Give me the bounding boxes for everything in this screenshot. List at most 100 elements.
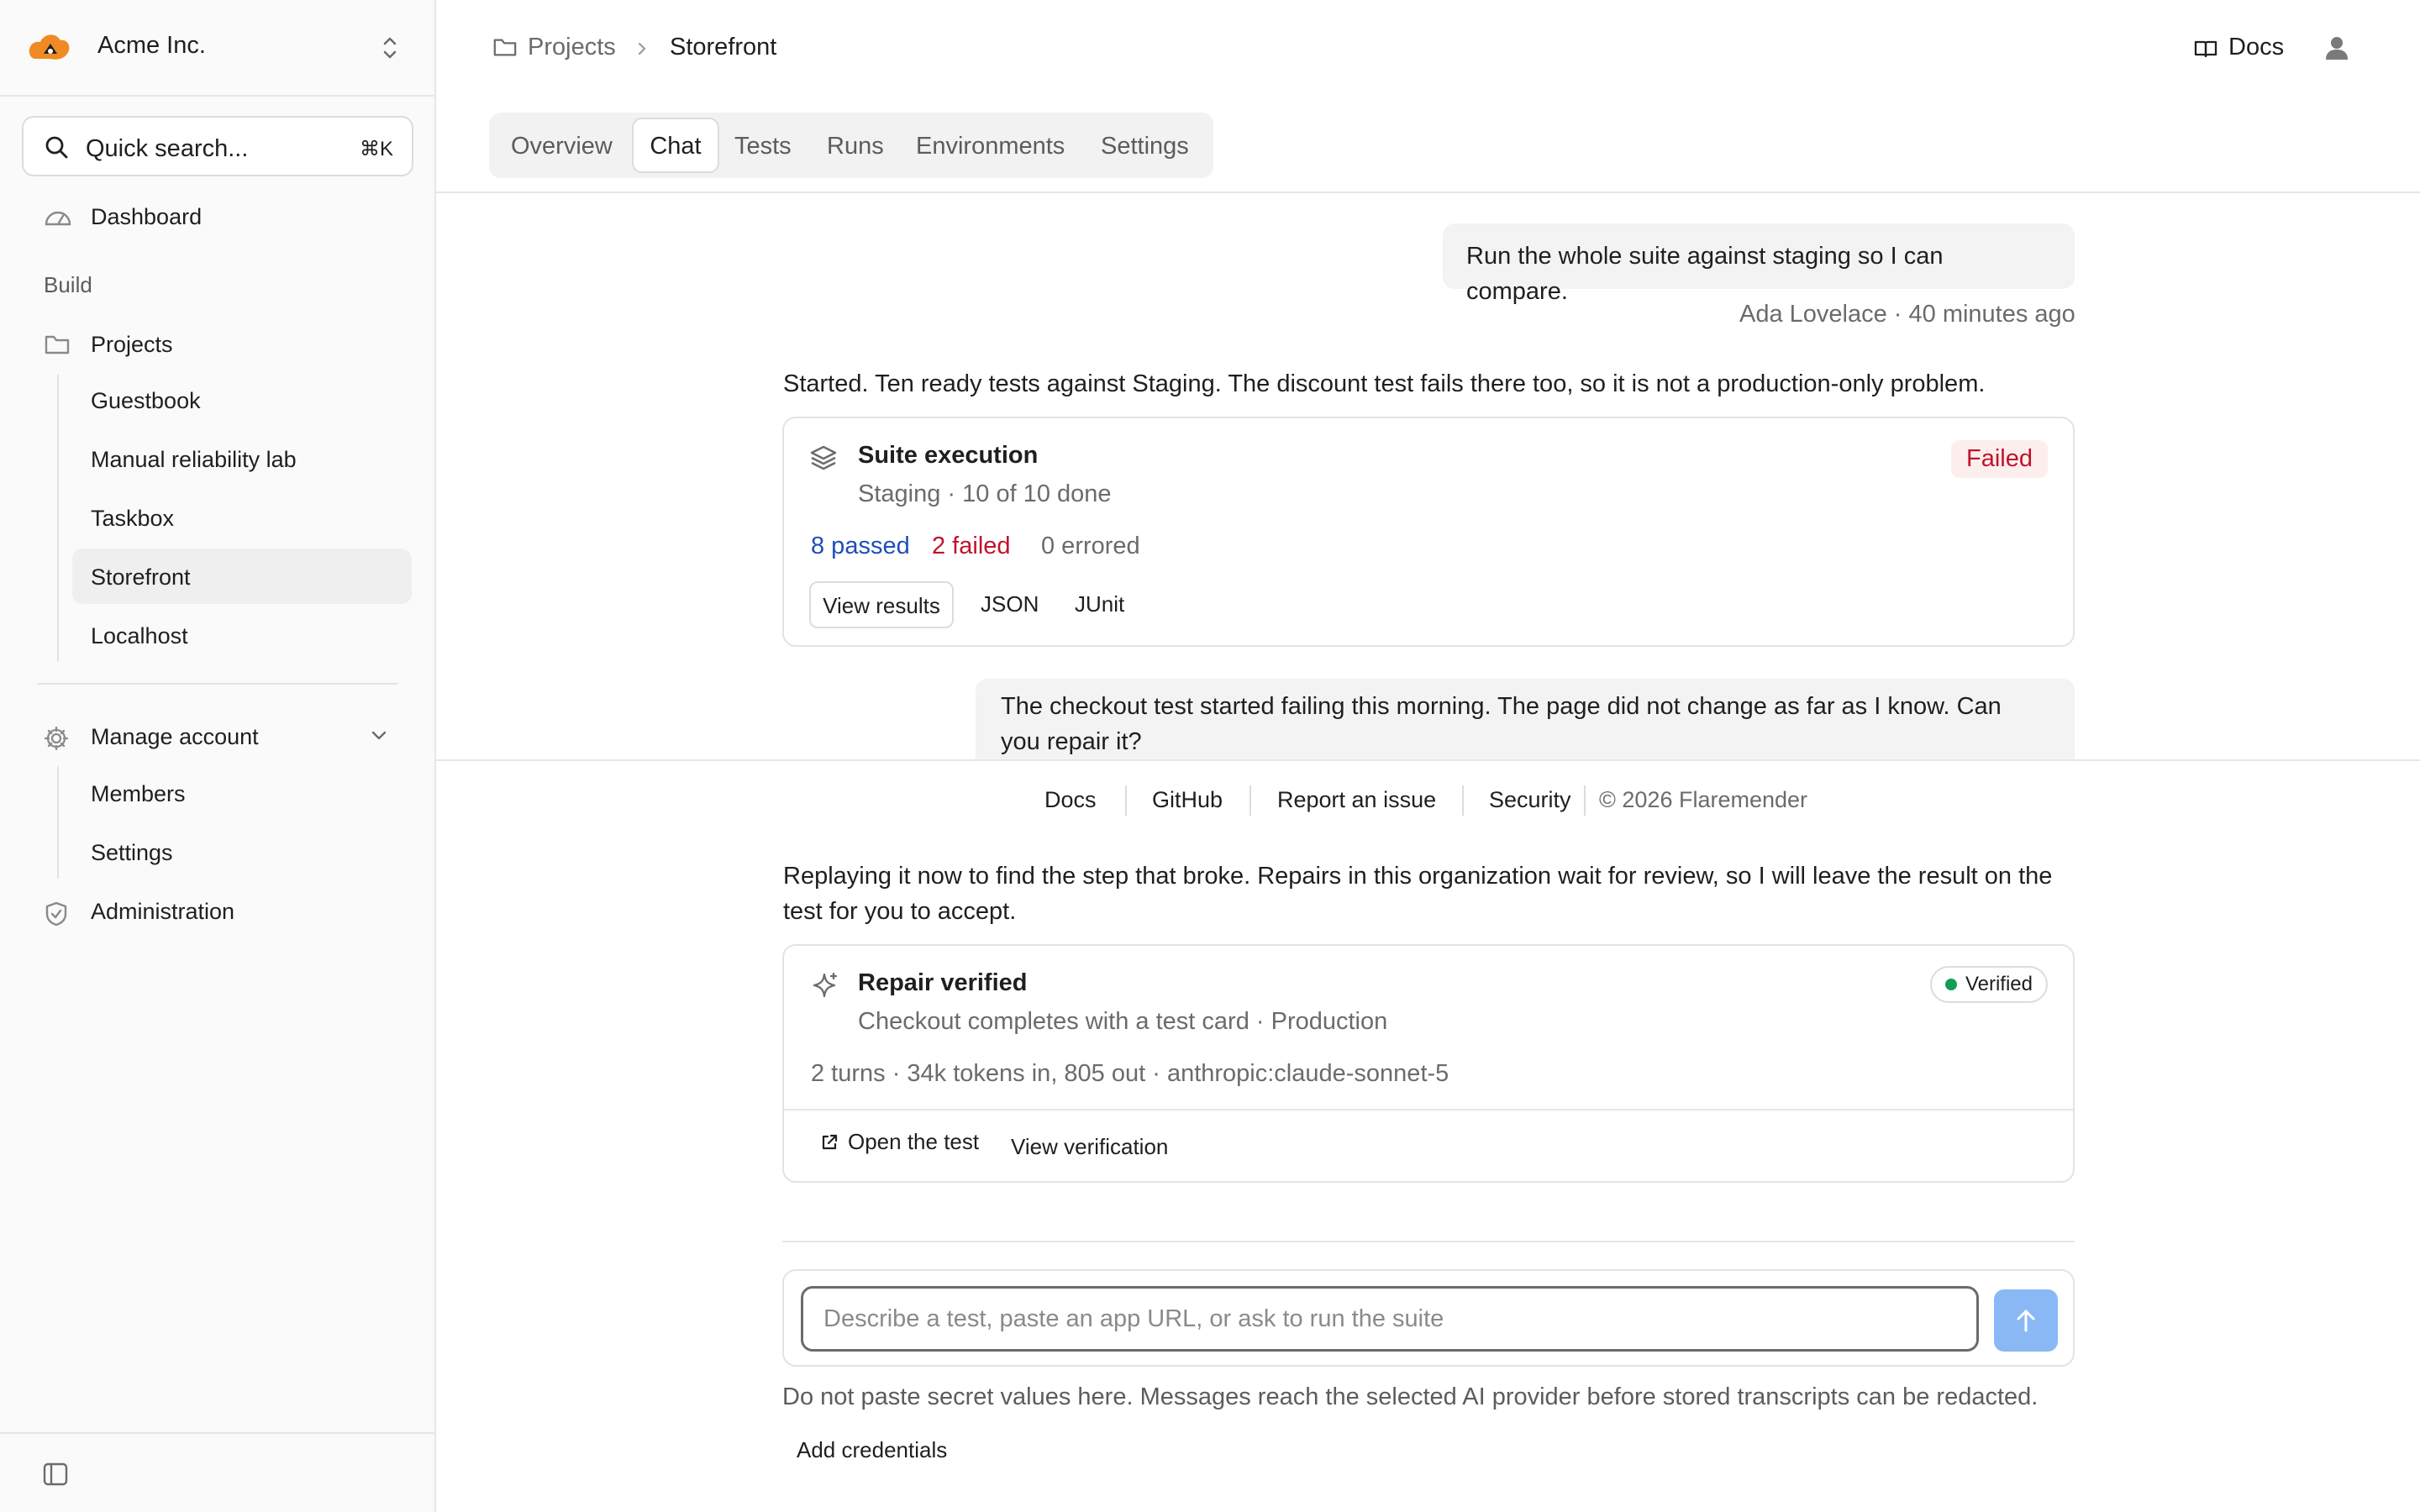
message-text: Run the whole suite against staging so I… [1466,243,1944,305]
sidebar-toggle-icon[interactable] [42,1462,69,1487]
quick-search-label: Quick search... [86,135,249,162]
sidebar-item-label: Settings [91,840,173,865]
card-divider [784,1109,2073,1110]
footer-separator [1125,785,1127,816]
footer-link-docs[interactable]: Docs [1044,787,1097,813]
sidebar-item-label: Storefront [91,564,191,590]
message-text: you repair it? [1001,728,1142,755]
sidebar-project-guestbook[interactable]: Guestbook [72,372,412,428]
view-results-button[interactable]: View results [809,581,954,628]
assistant-message: Replaying it now to find the step that b… [783,858,2052,929]
user-message: The checkout test started failing this m… [976,679,2075,759]
status-badge-verified: Verified [1929,966,2048,1003]
sidebar-item-label: Projects [91,332,173,357]
add-credentials-button[interactable]: Add credentials [797,1437,947,1463]
message-text: Replaying it now to find the step that b… [783,863,2053,890]
sidebar-item-label: Localhost [91,623,188,648]
region-divider [436,759,2420,761]
json-button[interactable]: JSON [981,591,1039,617]
sidebar-divider [37,683,398,685]
gear-icon [44,726,69,751]
subtree-line [57,375,59,662]
sidebar-item-label: Members [91,781,186,806]
tab-chat[interactable]: Chat [632,118,719,173]
message-text: The checkout test started failing this m… [1001,693,2002,720]
open-test-button[interactable]: Open the test [848,1129,979,1155]
arrow-up-icon [2014,1308,2038,1333]
book-icon [2193,39,2218,59]
sidebar-item-label: Manual reliability lab [91,447,297,472]
view-verification-button[interactable]: View verification [1011,1134,1168,1160]
card-subtitle: Staging · 10 of 10 done [858,480,1112,507]
footer-separator [1249,785,1251,816]
chevron-right-icon [635,40,649,57]
suite-execution-card: Suite execution Staging · 10 of 10 done … [782,417,2075,647]
tab-environments[interactable]: Environments [916,118,1065,173]
sidebar-item-members[interactable]: Members [72,765,412,821]
chevron-updown-icon[interactable] [378,34,402,62]
footer-separator [1584,785,1586,816]
footer-link-security[interactable]: Security [1489,787,1571,813]
org-name: Acme Inc. [97,32,206,59]
message-meta: Ada Lovelace · 40 minutes ago [1739,301,2075,328]
shield-icon [44,900,69,927]
sidebar-item-label: Guestbook [91,388,201,413]
status-badge-label: Verified [1965,973,2033,995]
sidebar-item-dashboard[interactable]: Dashboard [37,188,412,244]
failed-count[interactable]: 2 failed [932,533,1011,560]
sidebar-project-localhost[interactable]: Localhost [72,607,412,663]
docs-label: Docs [2228,34,2285,60]
search-icon [44,134,69,160]
sidebar-project-manual-reliability-lab[interactable]: Manual reliability lab [72,431,412,486]
sidebar-project-taskbox[interactable]: Taskbox [72,490,412,545]
footer-separator [1462,785,1464,816]
chat-input[interactable] [801,1286,1979,1352]
gauge-icon [44,206,72,228]
breadcrumb-projects[interactable]: Projects [528,34,616,61]
send-button[interactable] [1994,1289,2058,1352]
tab-tests[interactable]: Tests [734,118,792,173]
sidebar-item-label: Taskbox [91,506,175,531]
card-subtitle: Checkout completes with a test card · Pr… [858,1008,1388,1035]
sidebar-item-label: Dashboard [91,204,203,229]
sidebar-project-storefront[interactable]: Storefront [72,549,412,604]
status-badge-failed: Failed [1951,440,2048,478]
flame-logo-icon [25,30,72,64]
breadcrumb-current: Storefront [670,34,777,60]
quick-search[interactable]: Quick search... ⌘K [22,116,413,176]
org-switcher[interactable]: Acme Inc. [0,0,434,97]
tab-overview[interactable]: Overview [511,118,613,173]
sidebar: Acme Inc. Quick search... ⌘K Dashboard B… [0,0,436,1512]
composer-divider [782,1241,2075,1242]
user-icon[interactable] [2324,35,2349,60]
sidebar-item-settings[interactable]: Settings [72,824,412,879]
privacy-disclaimer: Do not paste secret values here. Message… [782,1383,2039,1410]
sidebar-item-manage-account[interactable]: Manage account [37,708,412,764]
assistant-message: Started. Ten ready tests against Staging… [783,370,1986,397]
tab-runs[interactable]: Runs [827,118,884,173]
composer [782,1269,2075,1367]
sidebar-item-administration[interactable]: Administration [37,883,412,938]
quick-search-shortcut: ⌘K [359,138,393,160]
layers-icon [809,444,838,472]
footer-link-report-issue[interactable]: Report an issue [1277,787,1436,813]
card-title: Repair verified [858,969,1028,996]
chevron-down-icon[interactable] [370,728,388,742]
junit-button[interactable]: JUnit [1075,591,1124,617]
footer-link-github[interactable]: GitHub [1152,787,1223,813]
status-dot [1944,979,1957,990]
sidebar-footer-divider [0,1432,434,1434]
repair-verified-card: Repair verified Checkout completes with … [782,944,2075,1183]
message-text: test for you to accept. [783,898,1017,925]
card-title: Suite execution [858,442,1039,469]
sidebar-item-label: Manage account [91,724,259,749]
chat-scroll-region[interactable]: Run the whole suite against staging so I… [436,193,2420,759]
tab-settings[interactable]: Settings [1101,118,1189,173]
folder-icon [44,333,71,355]
sparkle-icon [809,971,839,1001]
errored-count: 0 errored [1041,533,1140,559]
copyright: © 2026 Flaremender [1599,787,1808,812]
sidebar-item-projects[interactable]: Projects [37,316,412,371]
passed-count[interactable]: 8 passed [811,533,910,560]
tab-bar: Overview Chat Tests Runs Environments Se… [489,113,1213,178]
